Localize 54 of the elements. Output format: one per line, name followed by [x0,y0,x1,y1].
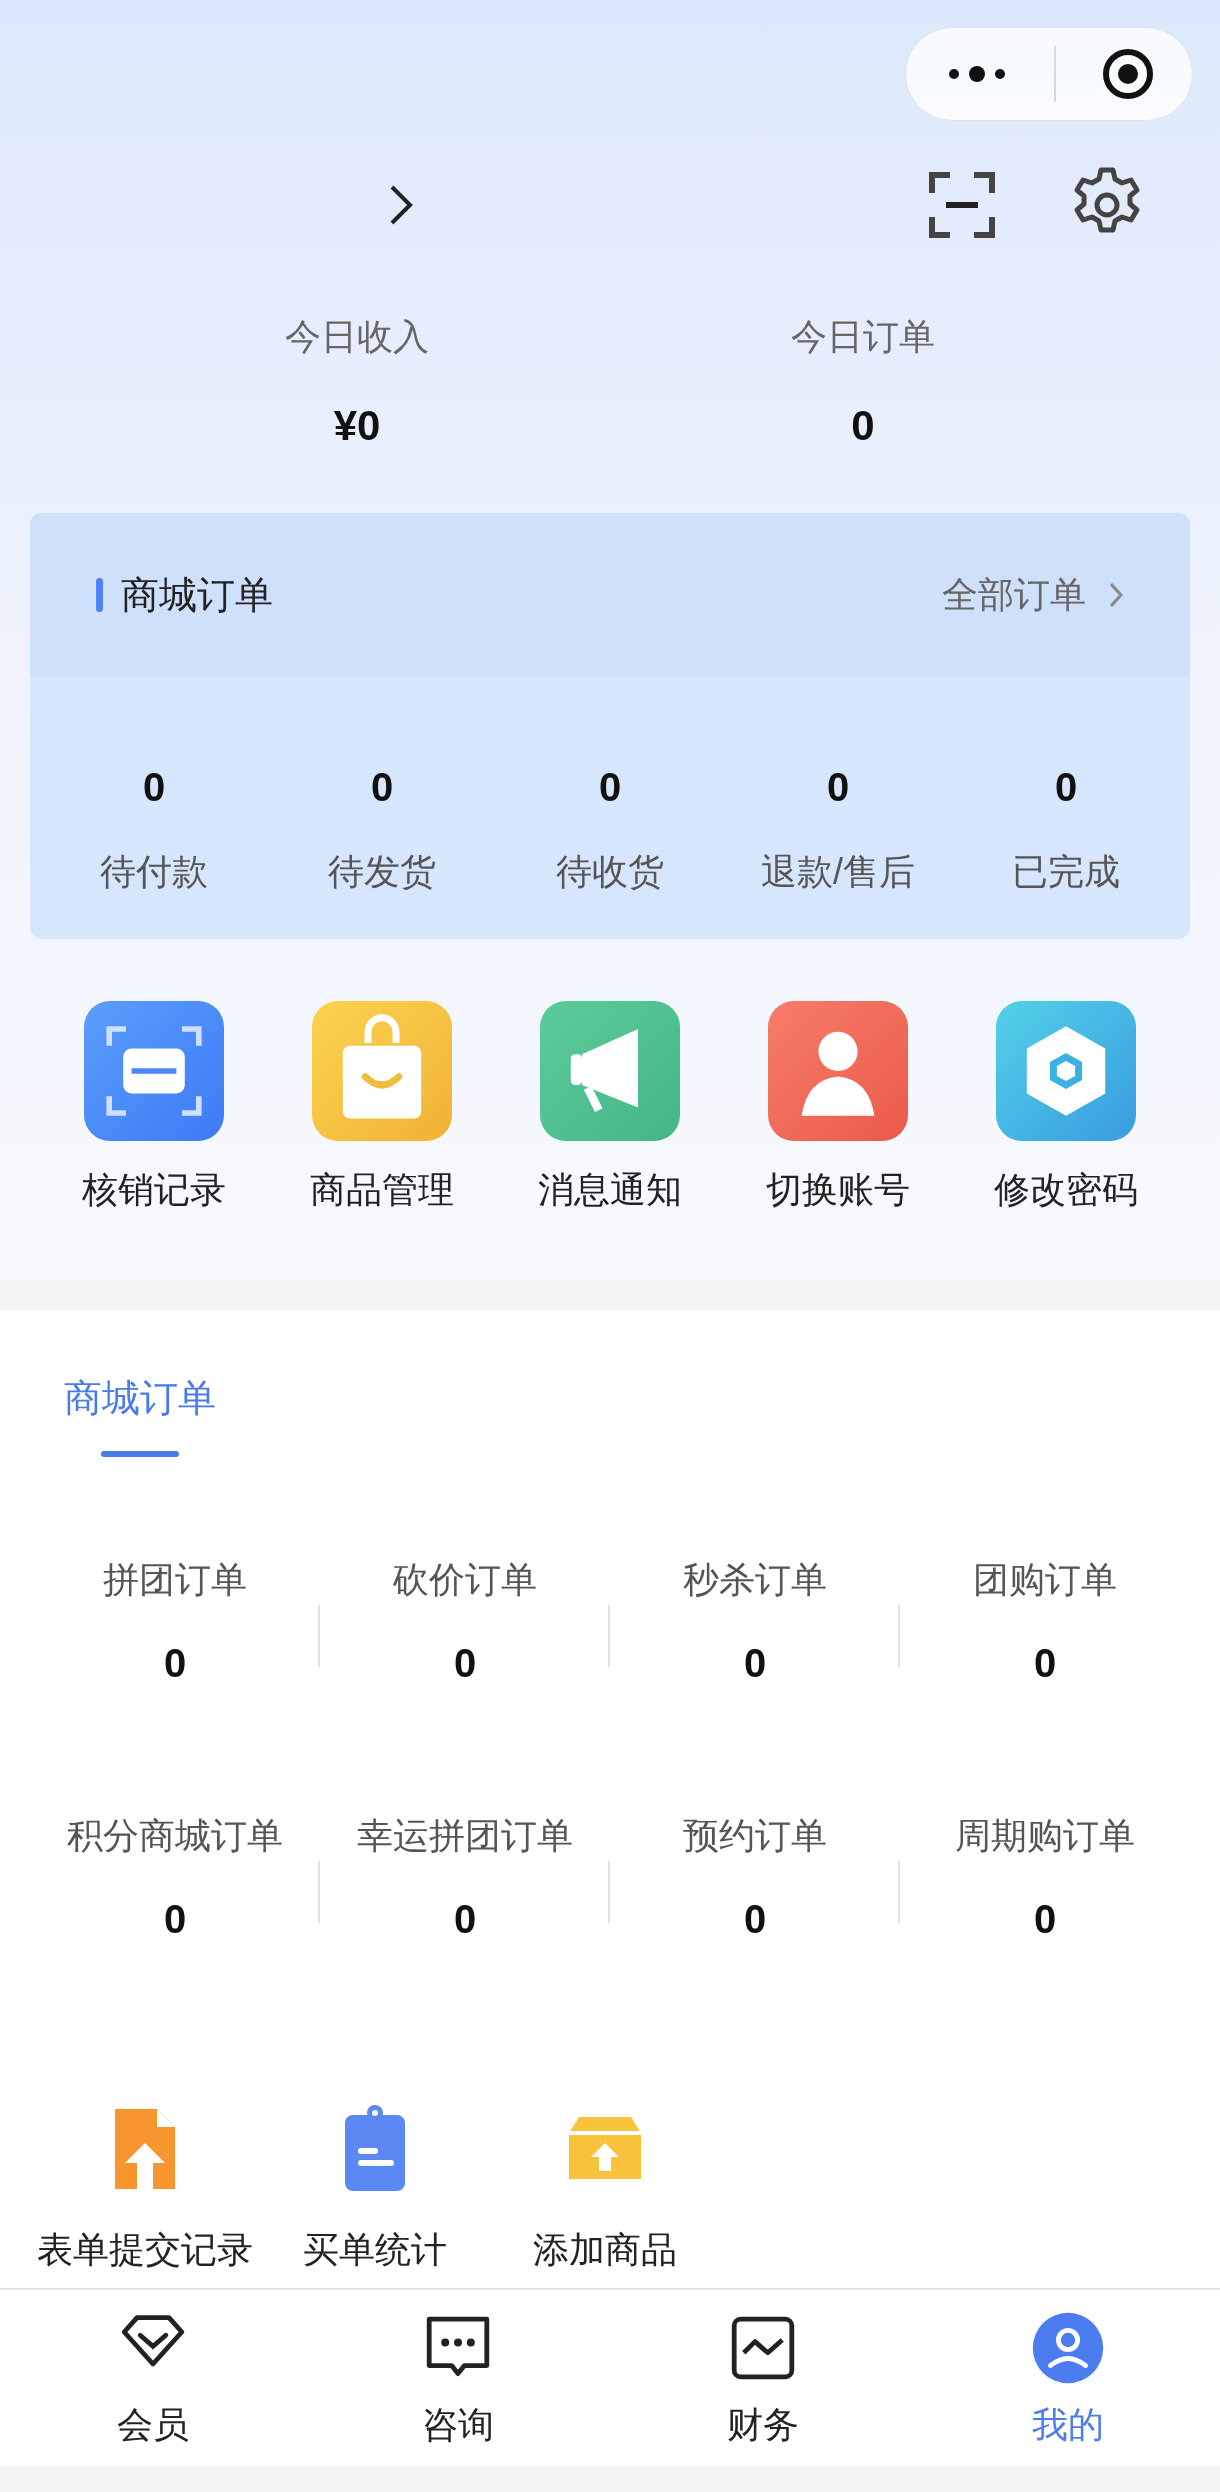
order-type-label: 预约订单 [683,1814,827,1858]
order-status-label: 待发货 [328,850,436,894]
megaphone-icon[interactable] [540,1001,680,1141]
tool-label[interactable]: 表单提交记录 [37,2223,253,2277]
tab-bar-item[interactable]: 财务 [610,2290,915,2466]
order-type-count: 0 [1033,1640,1057,1687]
summary-label: 今日订单 [791,315,935,359]
shortcut-label[interactable]: 修改密码 [994,1163,1138,1217]
tab-bar-item[interactable]: 会员 [0,2290,305,2466]
accent-bar [96,578,103,612]
order-type-label: 周期购订单 [955,1814,1135,1858]
order-type-count: 0 [743,1896,767,1943]
person-icon[interactable] [768,1001,908,1141]
shortcut-label[interactable]: 消息通知 [538,1163,682,1217]
all-orders-link[interactable]: 全部订单 [942,568,1086,622]
order-type-label: 幸运拼团订单 [357,1814,573,1858]
order-status-label: 已完成 [1012,850,1120,894]
summary-value: 0 [851,401,875,451]
order-type-label: 拼团订单 [103,1558,247,1602]
order-type-label: 秒杀订单 [683,1558,827,1602]
order-type-label: 积分商城订单 [67,1814,283,1858]
order-type-count: 0 [163,1640,187,1687]
order-type-count: 0 [453,1896,477,1943]
tool-label[interactable]: 买单统计 [303,2223,447,2277]
tab-bar-item[interactable]: 我的 [915,2290,1220,2466]
shortcut-label[interactable]: 切换账号 [766,1163,910,1217]
order-type-label: 砍价订单 [393,1558,537,1602]
shortcut-label[interactable]: 商品管理 [310,1163,454,1217]
target-icon[interactable] [1102,48,1154,100]
order-type-count: 0 [743,1640,767,1687]
order-type-label: 团购订单 [973,1558,1117,1602]
card-title: 商城订单 [121,572,273,618]
summary-value: ¥0 [333,401,381,451]
tab-bar-item[interactable]: 咨询 [305,2290,610,2466]
bag-icon[interactable] [312,1001,452,1141]
order-type-count: 0 [163,1896,187,1943]
order-status-label: 待付款 [100,850,208,894]
summary-label: 今日收入 [285,315,429,359]
order-count: 0 [370,764,394,811]
order-status-label: 待收货 [556,850,664,894]
shortcut-label[interactable]: 核销记录 [82,1163,226,1217]
order-count: 0 [598,764,622,811]
scan-icon[interactable] [928,171,996,239]
order-type-count: 0 [453,1640,477,1687]
order-count: 0 [142,764,166,811]
order-count: 0 [1054,764,1078,811]
chevron-right-icon[interactable] [388,183,414,227]
tool-label[interactable]: 添加商品 [533,2223,677,2277]
order-count: 0 [826,764,850,811]
chevron-right-icon [1108,581,1124,609]
more-icon[interactable] [946,66,1008,82]
order-type-count: 0 [1033,1896,1057,1943]
tab[interactable]: 商城订单 [64,1370,216,1457]
order-status-label: 退款/售后 [761,850,915,894]
